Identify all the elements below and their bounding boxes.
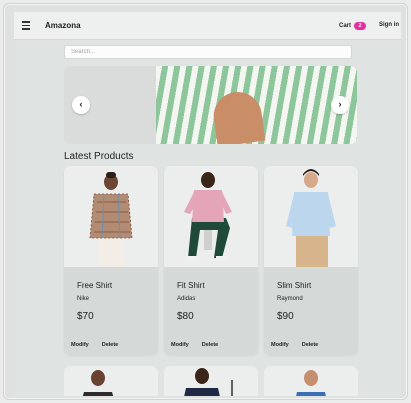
product-card[interactable]: [64, 366, 158, 396]
delete-button[interactable]: Delete: [102, 342, 119, 348]
browser-frame: Amazona Cart 2 Sign in ‹ › Latest Produc…: [3, 3, 408, 400]
card-actions: Modify Delete: [171, 342, 218, 348]
modify-button[interactable]: Modify: [171, 342, 189, 348]
navbar: Amazona Cart 2 Sign in: [14, 12, 401, 40]
modify-button[interactable]: Modify: [71, 342, 89, 348]
cart-label: Cart: [339, 23, 352, 29]
delete-button[interactable]: Delete: [202, 342, 219, 348]
product-brand: Raymond: [277, 296, 303, 302]
product-price: $70: [77, 311, 94, 322]
hero-carousel: ‹ ›: [64, 66, 357, 144]
product-price: $80: [177, 311, 194, 322]
carousel-next-button[interactable]: ›: [331, 96, 349, 114]
product-name[interactable]: Slim Shirt: [277, 281, 311, 290]
product-card[interactable]: Free Shirt Nike $70 Modify Delete: [64, 166, 158, 355]
cart-link[interactable]: Cart 2: [339, 22, 367, 30]
product-name[interactable]: Free Shirt: [77, 281, 112, 290]
brand-logo[interactable]: Amazona: [45, 21, 81, 30]
delete-button[interactable]: Delete: [302, 342, 319, 348]
card-actions: Modify Delete: [71, 342, 118, 348]
product-image[interactable]: [164, 166, 258, 267]
sign-in-link[interactable]: Sign in: [379, 22, 399, 28]
product-brand: Nike: [77, 296, 90, 302]
product-card[interactable]: Slim Shirt Raymond $90 Modify Delete: [264, 166, 358, 355]
product-card[interactable]: [264, 366, 358, 396]
product-price: $90: [277, 311, 294, 322]
cart-count-badge: 2: [354, 22, 367, 30]
product-image[interactable]: [264, 166, 358, 267]
modify-button[interactable]: Modify: [271, 342, 289, 348]
product-card[interactable]: [164, 366, 258, 396]
app-viewport: Amazona Cart 2 Sign in ‹ › Latest Produc…: [14, 12, 401, 396]
chevron-left-icon: ‹: [79, 99, 83, 109]
product-card[interactable]: Fit Shirt Adidas $80 Modify Delete: [164, 166, 258, 355]
carousel-prev-button[interactable]: ‹: [72, 96, 90, 114]
section-title: Latest Products: [64, 151, 134, 162]
product-brand: Adidas: [177, 296, 196, 302]
search-input[interactable]: [64, 45, 352, 59]
product-image[interactable]: [64, 166, 158, 267]
product-name[interactable]: Fit Shirt: [177, 281, 205, 290]
card-actions: Modify Delete: [271, 342, 318, 348]
chevron-right-icon: ›: [338, 99, 342, 109]
hamburger-menu-icon[interactable]: [22, 21, 30, 30]
